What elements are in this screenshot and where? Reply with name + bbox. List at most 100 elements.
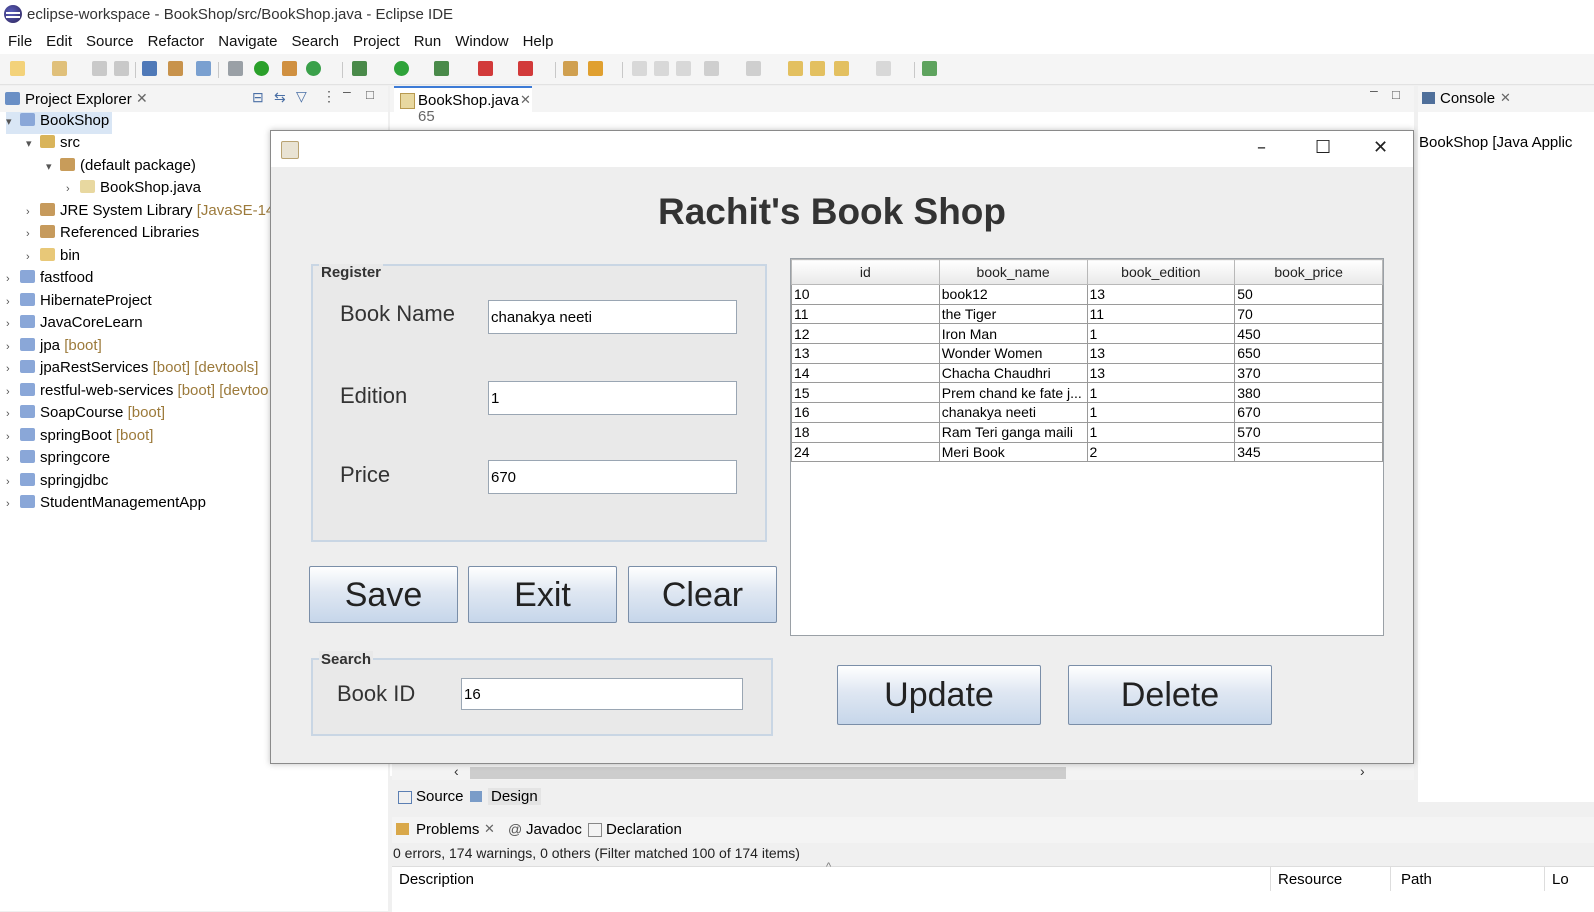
close-icon[interactable]: ✕ [484, 821, 495, 837]
tree-node-bookshop[interactable]: ▾ BookShop [6, 112, 112, 134]
search-icon[interactable] [196, 61, 211, 76]
tree-node-src[interactable]: ▾ src [26, 134, 80, 156]
expand-toggle-icon[interactable]: › [6, 273, 18, 285]
column-book-name[interactable]: book_name [938, 259, 1088, 285]
table-row[interactable]: 16 chanakya neeti 1 670 [791, 402, 1383, 423]
menu-navigate[interactable]: Navigate [218, 30, 277, 54]
coverage-icon[interactable] [434, 61, 449, 76]
link-editor-icon[interactable]: ⇆ [274, 89, 286, 106]
expand-toggle-icon[interactable]: ▾ [46, 160, 58, 173]
close-icon[interactable]: ✕ [136, 90, 148, 107]
scroll-right-icon[interactable]: › [1360, 763, 1365, 779]
tab-declaration[interactable]: Declaration [606, 821, 682, 838]
update-button[interactable]: Update [837, 665, 1041, 725]
last-edit-icon[interactable] [788, 61, 803, 76]
tree-node-javacorelearn[interactable]: › JavaCoreLearn [6, 314, 143, 336]
tree-node-referenced-libraries[interactable]: › Referenced Libraries [26, 224, 199, 246]
expand-toggle-icon[interactable]: › [26, 251, 38, 263]
table-row[interactable]: 15 Prem chand ke fate j... 1 380 [791, 382, 1383, 404]
filter-icon[interactable]: ▽ [296, 88, 307, 105]
tree-node-jpa[interactable]: › jpa [boot] [6, 337, 102, 359]
tree-node-bin[interactable]: › bin [26, 247, 80, 269]
clear-button[interactable]: Clear [628, 566, 777, 623]
console-icon[interactable] [142, 61, 157, 76]
minimize-icon[interactable]: ‒ [343, 83, 351, 99]
tree-node-fastfood[interactable]: › fastfood [6, 269, 93, 291]
close-icon[interactable]: ✕ [1373, 137, 1388, 158]
console-body[interactable] [1418, 112, 1594, 802]
tree-node-springjdbc[interactable]: › springjdbc [6, 472, 108, 494]
menu-file[interactable]: File [8, 30, 32, 54]
open-folder-icon[interactable] [563, 61, 578, 76]
close-icon[interactable]: ✕ [1500, 90, 1511, 106]
table-row[interactable]: 24 Meri Book 2 345 [791, 441, 1383, 463]
menu-help[interactable]: Help [523, 30, 554, 54]
tree-node-hibernateproject[interactable]: › HibernateProject [6, 292, 152, 314]
run-icon[interactable] [394, 61, 409, 76]
table-row[interactable]: 12 Iron Man 1 450 [791, 323, 1383, 345]
editor-horizontal-scrollbar[interactable]: ‹ › [392, 763, 1414, 780]
delete-button[interactable]: Delete [1068, 665, 1272, 725]
tree-node-jparestservices[interactable]: › jpaRestServices [boot] [devtools] [6, 359, 258, 381]
minimize-icon[interactable]: – [1257, 137, 1266, 158]
column-id[interactable]: id [791, 259, 940, 285]
scrollbar-thumb[interactable] [470, 767, 1066, 779]
perspective-icon[interactable] [922, 61, 937, 76]
books-table[interactable]: id book_name book_edition book_price 10 b… [790, 258, 1384, 636]
maximize-icon[interactable]: □ [366, 87, 374, 102]
expand-toggle-icon[interactable]: › [6, 498, 18, 510]
toggle-icon[interactable] [632, 61, 647, 76]
tree-node-jre[interactable]: › JRE System Library [JavaSE-14] [26, 202, 278, 224]
minimize-icon[interactable]: ‒ [1370, 82, 1378, 98]
spring-boot-icon[interactable] [254, 61, 269, 76]
menu-edit[interactable]: Edit [46, 30, 72, 54]
expand-toggle-icon[interactable]: › [6, 386, 18, 398]
skip-breakpoints-icon[interactable] [228, 61, 243, 76]
column-path[interactable]: Path [1401, 871, 1432, 888]
column-book-price[interactable]: book_price [1234, 259, 1383, 285]
menu-window[interactable]: Window [455, 30, 508, 54]
expand-toggle-icon[interactable]: › [6, 363, 18, 375]
book-id-field[interactable]: 16 [461, 678, 743, 710]
expand-toggle-icon[interactable]: › [6, 296, 18, 308]
stop-icon[interactable] [478, 61, 493, 76]
forward-icon[interactable] [876, 61, 891, 76]
table-row[interactable]: 13 Wonder Women 13 650 [791, 343, 1383, 364]
exit-button[interactable]: Exit [468, 566, 617, 623]
scroll-left-icon[interactable]: ‹ [454, 763, 459, 779]
expand-toggle-icon[interactable]: › [6, 453, 18, 465]
tree-node-default-package[interactable]: ▾ (default package) [46, 157, 196, 179]
save-all-icon[interactable] [114, 61, 129, 76]
tree-node-studentmanagementapp[interactable]: › StudentManagementApp [6, 494, 206, 516]
tree-node-springcore[interactable]: › springcore [6, 449, 110, 471]
table-row[interactable]: 18 Ram Teri ganga maili 1 570 [791, 421, 1383, 443]
refresh-icon[interactable] [306, 61, 321, 76]
column-location[interactable]: Lo [1552, 871, 1569, 888]
menu-refactor[interactable]: Refactor [148, 30, 205, 54]
tab-source[interactable]: Source [416, 788, 464, 805]
column-book-edition[interactable]: book_edition [1086, 259, 1236, 285]
external-tools-icon[interactable] [518, 61, 533, 76]
tree-node-springboot[interactable]: › springBoot [boot] [6, 427, 153, 449]
whitespace-icon[interactable] [676, 61, 691, 76]
tab-problems[interactable]: Problems [416, 821, 479, 838]
expand-toggle-icon[interactable]: › [6, 408, 18, 420]
table-row[interactable]: 10 book12 13 50 [791, 284, 1383, 305]
collapse-all-icon[interactable]: ⊟ [252, 89, 264, 106]
open-type-icon[interactable] [168, 61, 183, 76]
new-spring-icon[interactable] [282, 61, 297, 76]
prev-annotation-icon[interactable] [746, 61, 761, 76]
new-package-icon[interactable] [52, 61, 67, 76]
menu-project[interactable]: Project [353, 30, 400, 54]
new-icon[interactable] [10, 61, 25, 76]
expand-toggle-icon[interactable]: ▾ [6, 115, 18, 128]
table-row[interactable]: 14 Chacha Chaudhri 13 370 [791, 362, 1383, 384]
view-menu-icon[interactable]: ⋮ [322, 88, 336, 105]
block-icon[interactable] [654, 61, 669, 76]
pin-icon[interactable] [588, 61, 603, 76]
expand-toggle-icon[interactable]: › [6, 431, 18, 443]
expand-toggle-icon[interactable]: › [6, 318, 18, 330]
close-icon[interactable]: ✕ [520, 92, 531, 108]
expand-toggle-icon[interactable]: › [26, 206, 38, 218]
table-row[interactable]: 11 the Tiger 11 70 [791, 303, 1383, 325]
